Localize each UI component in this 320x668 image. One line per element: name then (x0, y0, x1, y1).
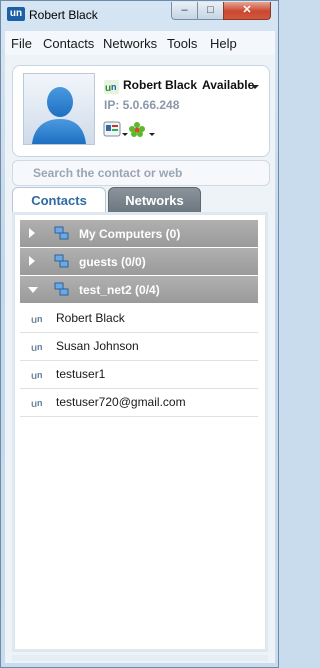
svg-text:n: n (37, 314, 43, 324)
maximize-button[interactable]: □ (197, 2, 224, 20)
menu-bar: File Contacts Networks Tools Help (5, 31, 275, 55)
group-label: guests (0/0) (79, 255, 146, 269)
collapse-arrow-icon[interactable] (28, 287, 38, 293)
network-group-icon (54, 226, 69, 240)
menu-file[interactable]: File (11, 36, 32, 51)
menu-tools[interactable]: Tools (167, 36, 197, 51)
close-button[interactable]: ✕ (223, 2, 271, 20)
contact-name: testuser720@gmail.com (56, 395, 186, 409)
search-input[interactable] (33, 165, 258, 181)
contact-status-icon: u n (31, 314, 43, 326)
contact-name: Robert Black (56, 311, 125, 325)
minimize-button[interactable]: – (171, 2, 198, 20)
presence-selector[interactable]: Available (202, 78, 254, 92)
network-group-icon (54, 282, 69, 296)
group-label: test_net2 (0/4) (79, 283, 160, 297)
search-box[interactable] (12, 160, 270, 186)
person-silhouette-icon (32, 87, 86, 144)
contact-status-icon: u n (31, 342, 43, 354)
avatar[interactable] (23, 73, 95, 145)
menu-help[interactable]: Help (210, 36, 237, 51)
svg-text:n: n (37, 398, 43, 408)
bottom-bar (12, 655, 268, 661)
app-window: un Robert Black – □ ✕ File Contacts Netw… (0, 0, 279, 668)
title-bar[interactable]: un Robert Black – □ ✕ (1, 1, 278, 31)
group-row-my-computers[interactable]: My Computers (0) (20, 220, 258, 247)
group-row-guests[interactable]: guests (0/0) (20, 248, 258, 275)
ip-address: IP: 5.0.66.248 (104, 98, 180, 112)
menu-networks[interactable]: Networks (103, 36, 157, 51)
window-title: Robert Black (29, 8, 98, 22)
plugin-dropdown-icon[interactable] (149, 133, 155, 136)
contact-row[interactable]: u n testuser1 (20, 361, 258, 389)
presence-dropdown-icon[interactable] (251, 85, 259, 89)
menu-contacts[interactable]: Contacts (43, 36, 94, 51)
contact-list: My Computers (0) guests (0/0) test_net2 … (12, 212, 268, 652)
contact-status-icon: u n (31, 370, 43, 382)
contact-row[interactable]: u n Robert Black (20, 305, 258, 333)
expand-arrow-icon[interactable] (29, 256, 35, 266)
group-label: My Computers (0) (79, 227, 181, 241)
contact-name: Susan Johnson (56, 339, 139, 353)
expand-arrow-icon[interactable] (29, 228, 35, 238)
main-panel: u n Robert Black Available IP: 5.0.66.24… (5, 55, 275, 663)
svg-text:n: n (37, 342, 43, 352)
contact-row[interactable]: u n Susan Johnson (20, 333, 258, 361)
flower-plugin-icon[interactable] (128, 121, 146, 137)
profile-card: u n Robert Black Available IP: 5.0.66.24… (12, 65, 270, 157)
contact-row[interactable]: u n testuser720@gmail.com (20, 389, 258, 417)
vcard-icon[interactable] (103, 121, 121, 137)
contact-name: testuser1 (56, 367, 106, 381)
profile-name: Robert Black (123, 78, 198, 92)
network-group-icon (54, 254, 69, 268)
online-status-icon: u n (104, 80, 119, 94)
app-logo-icon: un (7, 7, 25, 21)
group-row-test-net2[interactable]: test_net2 (0/4) (20, 276, 258, 303)
tab-networks[interactable]: Networks (108, 187, 201, 213)
contact-status-icon: u n (31, 398, 43, 410)
tab-contacts[interactable]: Contacts (12, 187, 106, 213)
svg-text:n: n (37, 370, 43, 380)
svg-text:n: n (111, 82, 117, 92)
